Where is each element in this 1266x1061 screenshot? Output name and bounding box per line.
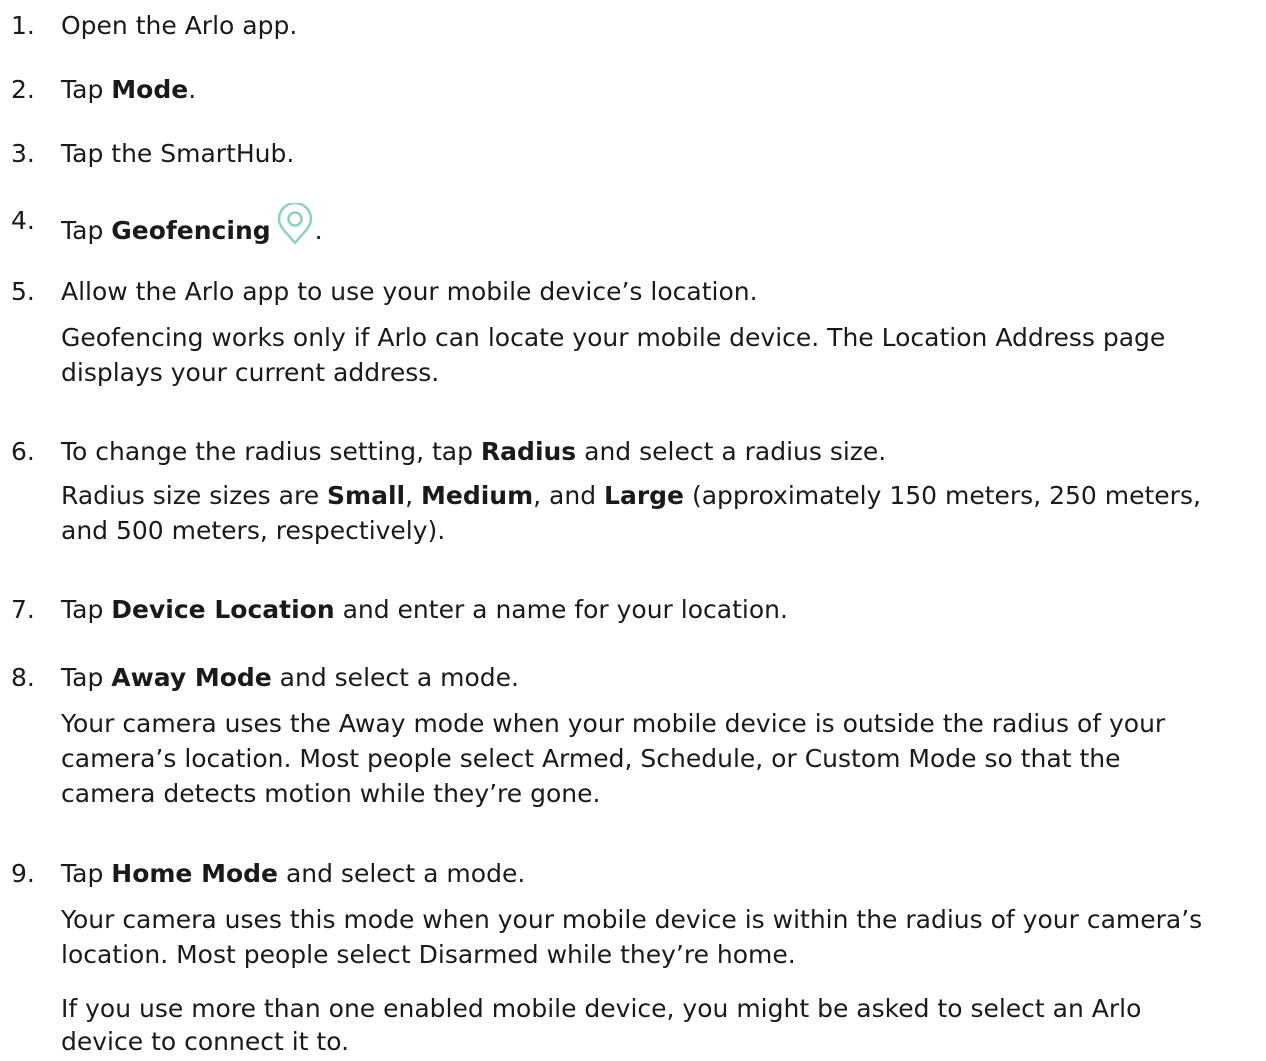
step-text: Tap the SmartHub.	[61, 139, 295, 168]
step-text: To change the radius setting, tap Radius…	[61, 437, 887, 466]
step-text: Tap Mode.	[61, 75, 197, 104]
step-note: displays your current address.	[61, 358, 440, 387]
location-pin-icon	[277, 203, 312, 245]
step-note: If you use more than one enabled mobile …	[61, 994, 1142, 1023]
step-note: device to connect it to.	[61, 1027, 350, 1056]
step-number: 1.	[11, 11, 35, 40]
step-number: 4.	[11, 206, 35, 235]
step-text: Tap Geofencing .	[61, 203, 1261, 248]
step-note: location. Most people select Disarmed wh…	[61, 940, 796, 969]
step-text: Open the Arlo app.	[61, 11, 298, 40]
step-note: camera detects motion while they’re gone…	[61, 779, 601, 808]
step-number: 6.	[11, 437, 35, 466]
step-text: Tap Device Location and enter a name for…	[61, 595, 788, 624]
step-note: Geofencing works only if Arlo can locate…	[61, 323, 1166, 352]
step-number: 9.	[11, 859, 35, 888]
step-number: 2.	[11, 75, 35, 104]
step-text: Allow the Arlo app to use your mobile de…	[61, 277, 758, 306]
step-number: 7.	[11, 595, 35, 624]
step-note: Radius size sizes are Small, Medium, and…	[61, 481, 1201, 510]
step-number: 8.	[11, 663, 35, 692]
step-number: 3.	[11, 139, 35, 168]
step-text: Tap Away Mode and select a mode.	[61, 663, 519, 692]
step-number: 5.	[11, 277, 35, 306]
step-note: camera’s location. Most people select Ar…	[61, 744, 1121, 773]
step-note: Your camera uses this mode when your mob…	[61, 905, 1203, 934]
step-note: and 500 meters, respectively).	[61, 516, 446, 545]
step-note: Your camera uses the Away mode when your…	[61, 709, 1166, 738]
step-text: Tap Home Mode and select a mode.	[61, 859, 526, 888]
